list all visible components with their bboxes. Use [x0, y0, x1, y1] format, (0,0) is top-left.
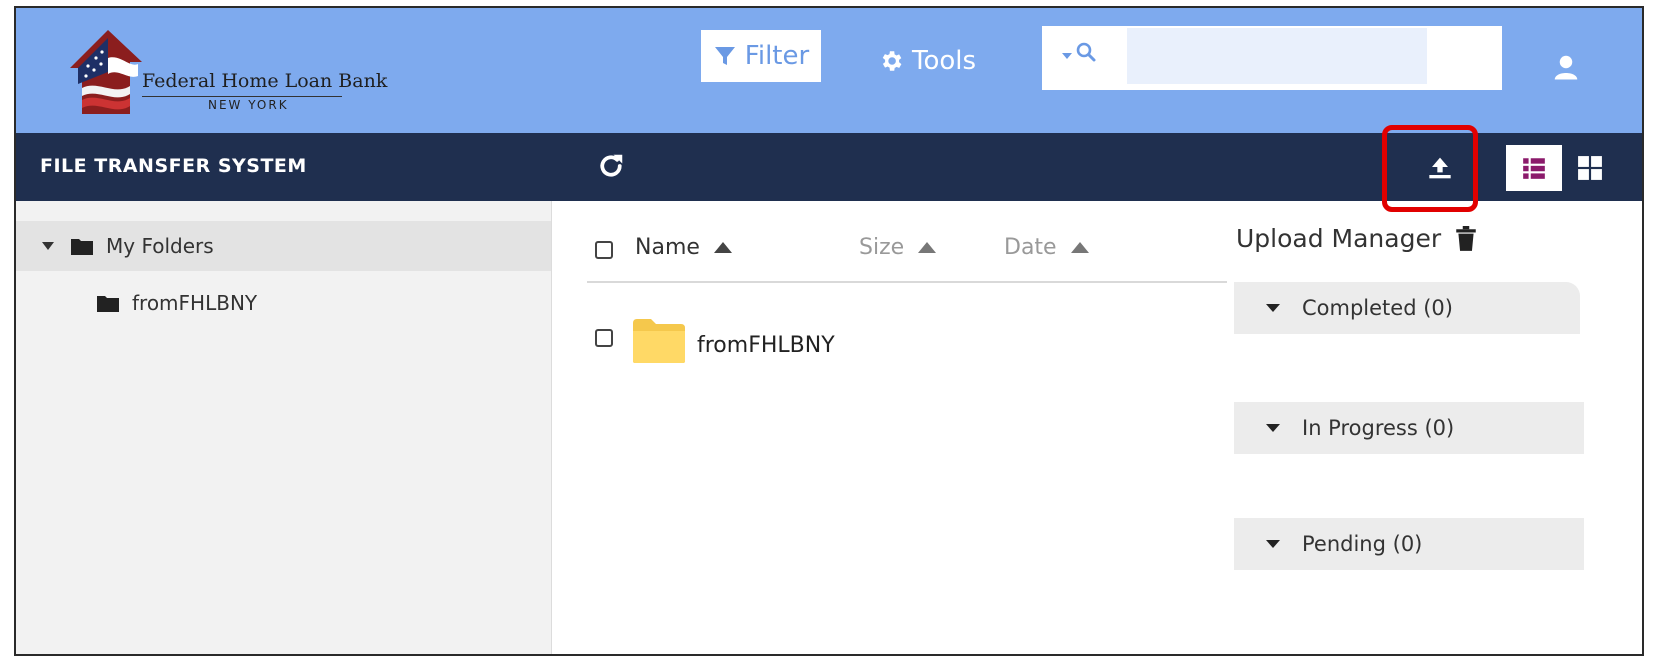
column-label-size: Size — [859, 235, 905, 260]
folder-icon[interactable] — [631, 317, 687, 365]
file-row[interactable]: fromFHLBNY — [587, 313, 1227, 383]
search-icon — [1076, 42, 1096, 62]
tree-item-my-folders[interactable]: My Folders — [16, 221, 551, 271]
column-label-date: Date — [1004, 235, 1057, 260]
folder-tree-sidebar: My Folders fromFHLBNY — [16, 201, 552, 654]
list-view-icon — [1523, 158, 1545, 179]
logo-title: Federal Home Loan Bank — [142, 70, 388, 92]
upload-icon — [1429, 157, 1451, 179]
filter-button[interactable]: Filter — [701, 30, 821, 82]
user-menu-button[interactable] — [1551, 52, 1581, 82]
fhlbny-logo[interactable]: Federal Home Loan Bank NEW YORK — [68, 28, 387, 120]
tools-button[interactable]: Tools — [878, 46, 976, 76]
tree-item-label: fromFHLBNY — [132, 291, 258, 315]
sort-by-date[interactable]: Date — [1004, 235, 1089, 260]
sort-ascending-icon — [918, 242, 937, 253]
search-box — [1042, 26, 1502, 90]
caret-down-icon[interactable] — [42, 242, 54, 250]
upload-section-completed[interactable]: Completed (0) — [1234, 282, 1580, 334]
tree-item-fromfhlbny[interactable]: fromFHLBNY — [96, 291, 257, 315]
upload-manager-title: Upload Manager — [1236, 224, 1442, 253]
user-icon — [1554, 55, 1578, 80]
filter-label: Filter — [744, 41, 810, 71]
refresh-button[interactable] — [596, 151, 626, 181]
toolbar: FILE TRANSFER SYSTEM — [16, 125, 1642, 212]
file-name[interactable]: fromFHLBNY — [697, 333, 835, 358]
logo-subtitle: NEW YORK — [208, 98, 289, 112]
select-all-checkbox[interactable] — [595, 241, 613, 259]
search-input[interactable] — [1127, 28, 1427, 84]
sort-by-size[interactable]: Size — [859, 235, 937, 260]
logo-divider — [142, 96, 342, 97]
section-label: Pending (0) — [1302, 532, 1423, 556]
search-options-dropdown[interactable] — [1062, 40, 1098, 64]
tree-item-label: My Folders — [106, 234, 214, 258]
app-window: Federal Home Loan Bank NEW YORK Filter T… — [14, 6, 1644, 656]
file-list-header: Name Size Date — [587, 221, 1227, 283]
upload-button[interactable] — [1424, 151, 1456, 183]
sort-ascending-icon — [1070, 242, 1089, 253]
grid-view-icon — [1578, 156, 1602, 180]
column-label-name: Name — [635, 235, 700, 260]
refresh-icon — [600, 154, 623, 177]
section-label: In Progress (0) — [1302, 416, 1455, 440]
sort-ascending-icon — [713, 242, 732, 253]
caret-down-icon — [1266, 424, 1280, 432]
row-checkbox[interactable] — [595, 329, 613, 347]
flag-house-logo-icon — [70, 30, 142, 114]
folder-icon — [71, 239, 93, 255]
chevron-down-icon — [1062, 53, 1072, 59]
trash-icon[interactable] — [1455, 225, 1477, 252]
tools-label: Tools — [912, 46, 977, 76]
caret-down-icon — [1266, 540, 1280, 548]
list-view-button[interactable] — [1506, 145, 1562, 191]
upload-manager-header: Upload Manager — [1236, 224, 1477, 253]
filter-icon — [714, 47, 735, 65]
top-header: Federal Home Loan Bank NEW YORK Filter T… — [16, 8, 1642, 133]
upload-section-in-progress[interactable]: In Progress (0) — [1234, 402, 1584, 454]
app-title: FILE TRANSFER SYSTEM — [40, 155, 307, 177]
gear-icon — [882, 51, 902, 71]
section-label: Completed (0) — [1302, 296, 1453, 320]
caret-down-icon — [1266, 304, 1280, 312]
upload-section-pending[interactable]: Pending (0) — [1234, 518, 1584, 570]
folder-icon — [97, 296, 119, 312]
grid-view-button[interactable] — [1573, 151, 1607, 185]
sort-by-name[interactable]: Name — [635, 235, 732, 260]
